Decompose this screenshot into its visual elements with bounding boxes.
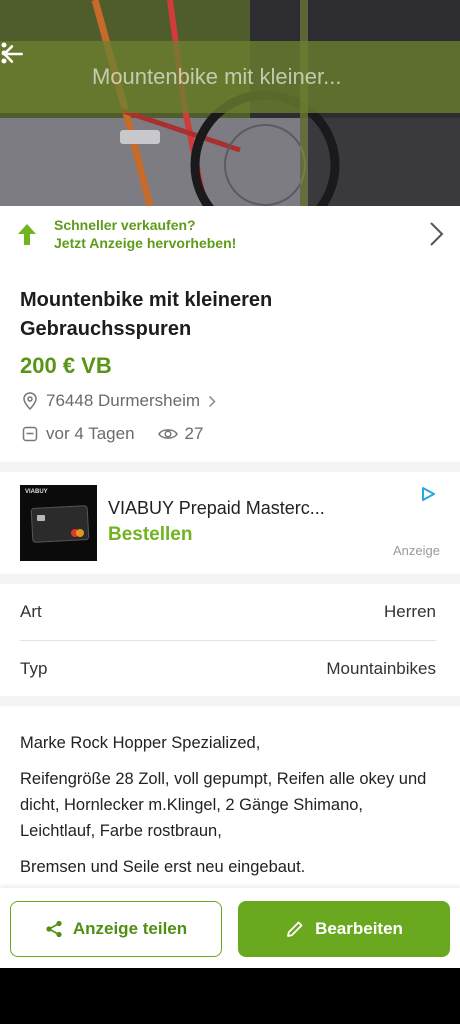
- sponsored-ad[interactable]: VIABUY VIABUY Prepaid Masterc... Bestell…: [0, 472, 460, 574]
- posted-date: vor 4 Tagen: [46, 424, 135, 443]
- listing-screen: Mountenbike mit kleiner... Schneller ver…: [0, 0, 460, 968]
- attribute-row: Typ Mountainbikes: [20, 640, 436, 696]
- adchoices-icon[interactable]: [420, 486, 436, 507]
- ad-cta-link[interactable]: Bestellen: [108, 524, 192, 546]
- chevron-right-icon: [412, 221, 460, 247]
- overflow-menu-button[interactable]: [1, 41, 460, 113]
- location-row[interactable]: 76448 Durmersheim: [20, 390, 440, 412]
- location-pin-icon: [20, 392, 40, 410]
- listing-price: 200 € VB: [20, 353, 112, 378]
- promo-line-2: Jetzt Anzeige hervorheben!: [54, 235, 237, 251]
- listing-location: 76448 Durmersheim: [46, 391, 201, 410]
- attribute-row: Art Herren: [20, 584, 436, 640]
- ad-card-brand: VIABUY: [25, 489, 48, 495]
- description-paragraph: Bremsen und Seile erst neu eingebaut.: [20, 858, 306, 876]
- view-count: 27: [184, 424, 204, 443]
- ad-title: VIABUY Prepaid Masterc...: [108, 498, 325, 518]
- description-paragraph: Marke Rock Hopper Spezialized,: [20, 734, 261, 752]
- eye-icon: [157, 427, 179, 441]
- calendar-icon: [20, 426, 40, 442]
- promo-line-1: Schneller verkaufen?: [54, 217, 196, 233]
- description-paragraph: Reifengröße 28 Zoll, voll gepumpt, Reife…: [20, 770, 427, 840]
- back-button[interactable]: [0, 41, 72, 113]
- attribute-value: Mountainbikes: [326, 658, 436, 678]
- attributes-list: Art Herren Typ Mountainbikes: [0, 584, 460, 696]
- ad-label: Anzeige: [393, 543, 440, 558]
- share-listing-label: Anzeige teilen: [72, 919, 188, 938]
- listing-title: Mountenbike mit kleineren Gebrauchsspure…: [20, 289, 273, 340]
- app-bar: Mountenbike mit kleiner...: [0, 41, 460, 113]
- edit-listing-label: Bearbeiten: [315, 919, 403, 938]
- share-icon: [46, 920, 62, 938]
- arrow-up-icon: [0, 222, 54, 246]
- ad-image: VIABUY: [20, 485, 97, 561]
- system-navigation-bar: [0, 968, 460, 1024]
- attribute-key: Typ: [20, 658, 48, 678]
- description-section: Marke Rock Hopper Spezialized, Reifengrö…: [0, 706, 460, 896]
- edit-listing-button[interactable]: Bearbeiten: [238, 901, 450, 957]
- attribute-value: Herren: [384, 602, 436, 621]
- posted-row: vor 4 Tagen 27: [20, 423, 440, 445]
- app-bar-title: Mountenbike mit kleiner...: [92, 64, 342, 89]
- bottom-action-bar: Anzeige teilen Bearbeiten: [0, 888, 460, 968]
- listing-header: Mountenbike mit kleineren Gebrauchsspure…: [0, 262, 460, 462]
- more-vertical-icon: [1, 42, 7, 64]
- attribute-key: Art: [20, 602, 42, 621]
- chevron-right-icon: [208, 395, 216, 408]
- pencil-icon: [287, 921, 303, 937]
- listing-photo[interactable]: Mountenbike mit kleiner...: [0, 0, 460, 206]
- promote-banner[interactable]: Schneller verkaufen? Jetzt Anzeige hervo…: [0, 206, 460, 262]
- share-listing-button[interactable]: Anzeige teilen: [10, 901, 222, 957]
